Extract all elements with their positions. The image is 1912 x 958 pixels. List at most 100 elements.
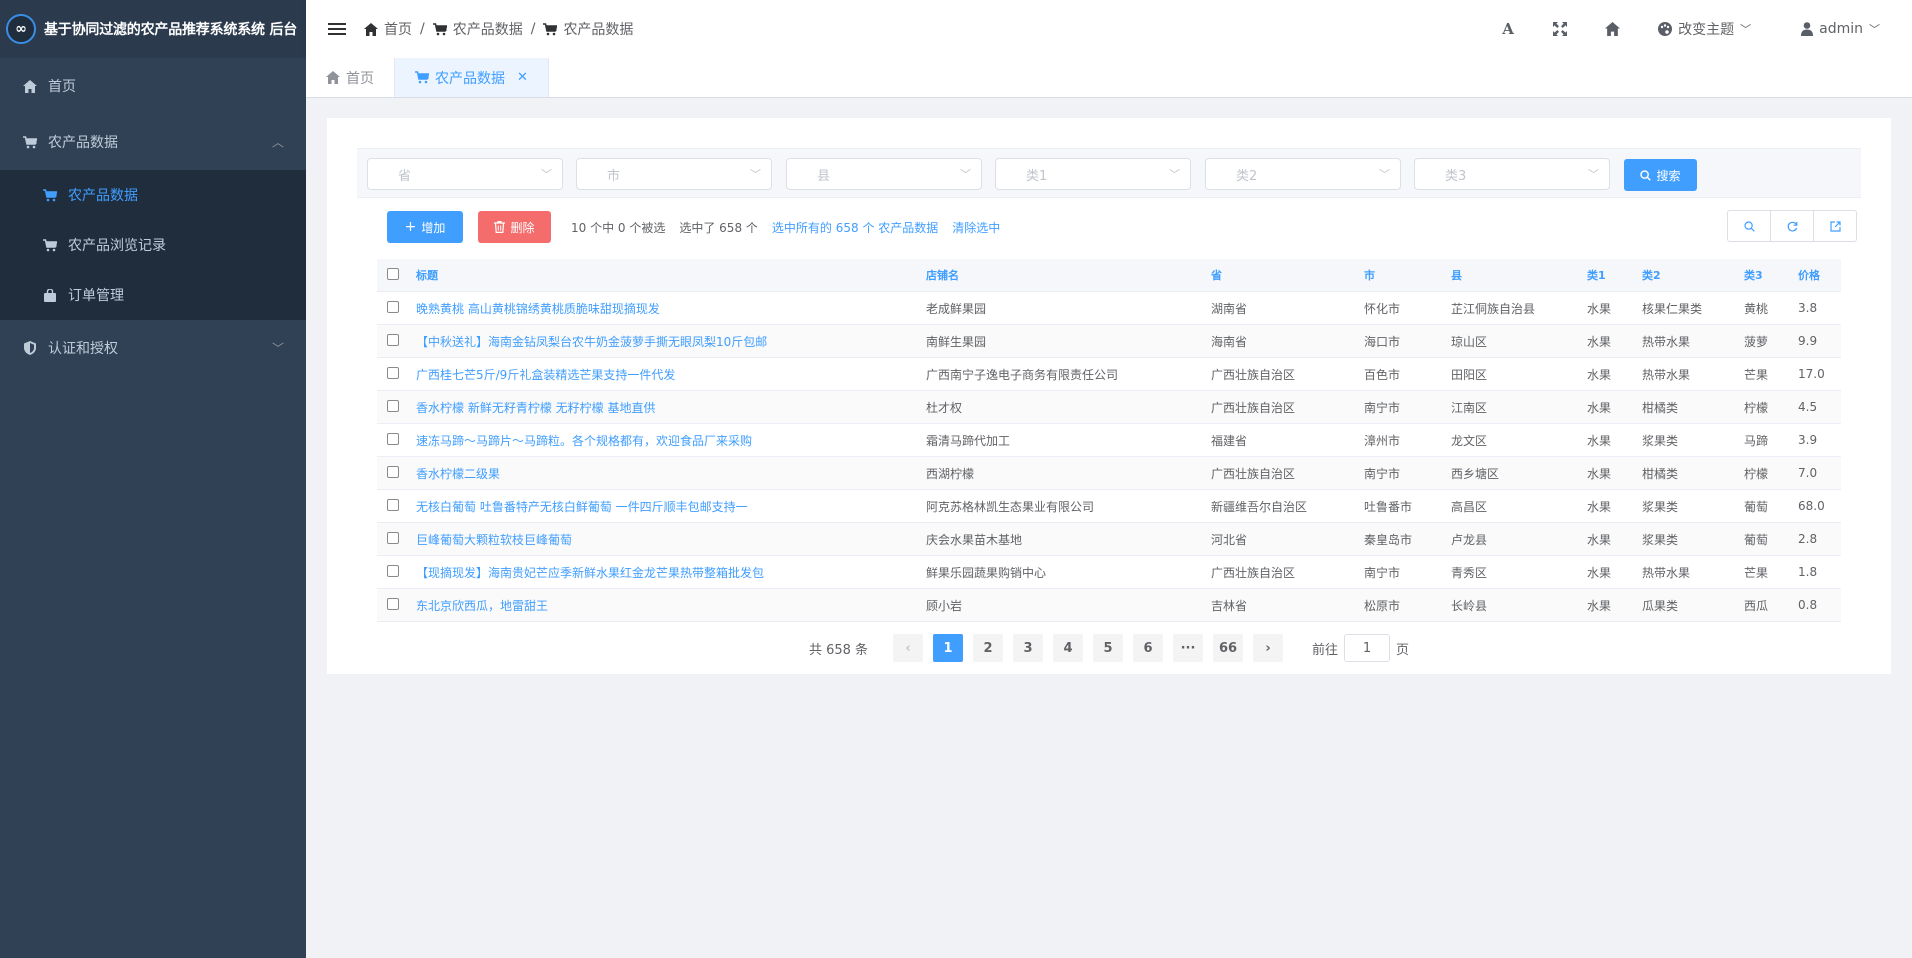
cell-category3: 马蹄 bbox=[1744, 433, 1769, 448]
column-header-county[interactable]: 县 bbox=[1451, 267, 1587, 283]
column-header-title[interactable]: 标题 bbox=[416, 267, 926, 283]
row-checkbox[interactable] bbox=[377, 564, 416, 580]
cell-shop: 阿克苏格林凯生态果业有限公司 bbox=[926, 499, 1095, 514]
cell-county: 江南区 bbox=[1451, 400, 1488, 415]
category1-select[interactable]: 类1 ﹀ bbox=[995, 158, 1191, 190]
add-button[interactable]: + 增加 bbox=[387, 211, 463, 243]
cell-province: 湖南省 bbox=[1211, 301, 1248, 316]
search-toggle-button[interactable] bbox=[1727, 210, 1771, 242]
cell-category3: 西瓜 bbox=[1744, 598, 1769, 613]
cell-title[interactable]: 晚熟黄桃 高山黄桃锦绣黄桃质脆味甜现摘现发 bbox=[416, 300, 926, 317]
sidebar-item-browse-history[interactable]: 农产品浏览记录 bbox=[0, 220, 306, 270]
select-all-link[interactable]: 选中所有的 658 个 农产品数据 bbox=[772, 219, 938, 236]
more-pages-button[interactable]: ··· bbox=[1173, 634, 1204, 662]
home-icon[interactable] bbox=[1586, 22, 1638, 36]
cell-title[interactable]: 【中秋送礼】海南金钻凤梨台农牛奶金菠萝手撕无眼凤梨10斤包邮 bbox=[416, 333, 926, 350]
row-checkbox[interactable] bbox=[377, 399, 416, 415]
column-header-price[interactable]: 价格 bbox=[1798, 267, 1838, 283]
cell-category1: 水果 bbox=[1587, 466, 1612, 481]
total-count: 共 658 条 bbox=[808, 642, 869, 658]
row-checkbox[interactable] bbox=[377, 597, 416, 613]
cell-shop: 广西南宁子逸电子商务有限责任公司 bbox=[926, 367, 1119, 382]
page-button[interactable]: 6 bbox=[1133, 634, 1164, 662]
cell-shop: 庆会水果苗木基地 bbox=[926, 532, 1023, 547]
breadcrumb-item-home[interactable]: 首页 bbox=[364, 19, 412, 39]
cell-county: 卢龙县 bbox=[1451, 532, 1488, 547]
page-button[interactable]: 1 bbox=[933, 634, 964, 662]
clear-selection-link[interactable]: 清除选中 bbox=[952, 219, 1000, 236]
font-size-icon[interactable]: A bbox=[1482, 20, 1534, 38]
refresh-button[interactable] bbox=[1770, 210, 1814, 242]
page-button[interactable]: 5 bbox=[1093, 634, 1124, 662]
close-icon[interactable]: ✕ bbox=[517, 70, 528, 85]
user-dropdown[interactable]: admin ﹀ bbox=[1801, 21, 1880, 37]
cell-title[interactable]: 香水柠檬 新鲜无籽青柠檬 无籽柠檬 基地直供 bbox=[416, 399, 926, 416]
sidebar-item-auth[interactable]: 认证和授权 ﹀ bbox=[0, 320, 306, 376]
export-button[interactable] bbox=[1813, 210, 1857, 242]
row-checkbox[interactable] bbox=[377, 333, 416, 349]
cell-category3: 黄桃 bbox=[1744, 301, 1769, 316]
column-header-shop[interactable]: 店铺名 bbox=[926, 267, 1211, 283]
tag-label: 首页 bbox=[346, 70, 374, 87]
cell-shop: 顾小岩 bbox=[926, 598, 963, 613]
next-page-button[interactable]: › bbox=[1253, 634, 1284, 662]
tag-home[interactable]: 首页 bbox=[306, 58, 395, 97]
cell-category2: 核果仁果类 bbox=[1642, 301, 1703, 316]
row-checkbox[interactable] bbox=[377, 366, 416, 382]
row-checkbox[interactable] bbox=[377, 498, 416, 514]
table-row: 东北京欣西瓜，地雷甜王 顾小岩 吉林省 松原市 长岭县 水果 瓜果类 西瓜 0.8 bbox=[377, 589, 1841, 622]
cell-title[interactable]: 广西桂七芒5斤/9斤礼盒装精选芒果支持一件代发 bbox=[416, 366, 926, 383]
goto-page-input[interactable] bbox=[1344, 634, 1391, 662]
button-label: 删除 bbox=[510, 220, 535, 235]
delete-button[interactable]: 删除 bbox=[478, 211, 551, 243]
fullscreen-icon[interactable] bbox=[1534, 22, 1586, 36]
cell-county: 高昌区 bbox=[1451, 499, 1488, 514]
table-tools bbox=[1727, 210, 1857, 242]
column-header-province[interactable]: 省 bbox=[1211, 267, 1364, 283]
sidebar-item-label: 认证和授权 bbox=[48, 341, 118, 357]
row-checkbox[interactable] bbox=[377, 531, 416, 547]
column-header-category2[interactable]: 类2 bbox=[1642, 267, 1744, 283]
row-checkbox[interactable] bbox=[377, 300, 416, 316]
search-button[interactable]: 搜索 bbox=[1624, 159, 1697, 191]
hamburger-menu-icon[interactable] bbox=[328, 23, 346, 35]
cell-title[interactable]: 巨峰葡萄大颗粒软枝巨峰葡萄 bbox=[416, 531, 926, 548]
cell-county: 琼山区 bbox=[1451, 334, 1488, 349]
sidebar-item-product-data[interactable]: 农产品数据 bbox=[0, 170, 306, 220]
sidebar-item-home[interactable]: 首页 bbox=[0, 58, 306, 114]
column-header-category1[interactable]: 类1 bbox=[1587, 267, 1642, 283]
breadcrumb-item-products[interactable]: 农产品数据 bbox=[432, 19, 523, 39]
page-jumper: 前往 页 bbox=[1312, 634, 1409, 662]
select-all-checkbox[interactable] bbox=[377, 267, 416, 283]
city-select[interactable]: 市 ﹀ bbox=[576, 158, 772, 190]
county-select[interactable]: 县 ﹀ bbox=[786, 158, 982, 190]
cell-title[interactable]: 东北京欣西瓜，地雷甜王 bbox=[416, 597, 926, 614]
page-button[interactable]: 3 bbox=[1013, 634, 1044, 662]
cell-shop: 鲜果乐园蔬果购销中心 bbox=[926, 565, 1047, 580]
tag-product-data[interactable]: 农产品数据 ✕ bbox=[395, 58, 549, 97]
province-select[interactable]: 省 ﹀ bbox=[367, 158, 563, 190]
table-row: 速冻马蹄～马蹄片～马蹄粒。各个规格都有，欢迎食品厂来采购 霜清马蹄代加工 福建省 漳州… bbox=[377, 424, 1841, 457]
cell-title[interactable]: 【现摘现发】海南贵妃芒应季新鲜水果红金龙芒果热带整箱批发包 bbox=[416, 564, 926, 581]
sidebar-item-orders[interactable]: 订单管理 bbox=[0, 270, 306, 320]
category3-select[interactable]: 类3 ﹀ bbox=[1414, 158, 1610, 190]
column-header-city[interactable]: 市 bbox=[1364, 267, 1451, 283]
column-header-category3[interactable]: 类3 bbox=[1744, 267, 1798, 283]
cell-city: 南宁市 bbox=[1364, 565, 1401, 580]
prev-page-button[interactable]: ‹ bbox=[893, 634, 924, 662]
row-checkbox[interactable] bbox=[377, 432, 416, 448]
theme-dropdown[interactable]: 改变主题 ﹀ bbox=[1658, 19, 1751, 39]
cart-icon bbox=[42, 188, 58, 202]
cell-title[interactable]: 香水柠檬二级果 bbox=[416, 465, 926, 482]
search-icon bbox=[1743, 220, 1755, 232]
page-button[interactable]: 4 bbox=[1053, 634, 1084, 662]
cell-price: 3.9 bbox=[1798, 433, 1818, 447]
page-button[interactable]: 66 bbox=[1213, 634, 1244, 662]
cell-title[interactable]: 速冻马蹄～马蹄片～马蹄粒。各个规格都有，欢迎食品厂来采购 bbox=[416, 432, 926, 449]
bag-icon bbox=[42, 288, 58, 302]
cell-title[interactable]: 无核白葡萄 吐鲁番特产无核白鲜葡萄 一件四斤顺丰包邮支持一 bbox=[416, 498, 926, 515]
category2-select[interactable]: 类2 ﹀ bbox=[1205, 158, 1401, 190]
row-checkbox[interactable] bbox=[377, 465, 416, 481]
sidebar-item-products[interactable]: 农产品数据 ︿ bbox=[0, 114, 306, 170]
page-button[interactable]: 2 bbox=[973, 634, 1004, 662]
